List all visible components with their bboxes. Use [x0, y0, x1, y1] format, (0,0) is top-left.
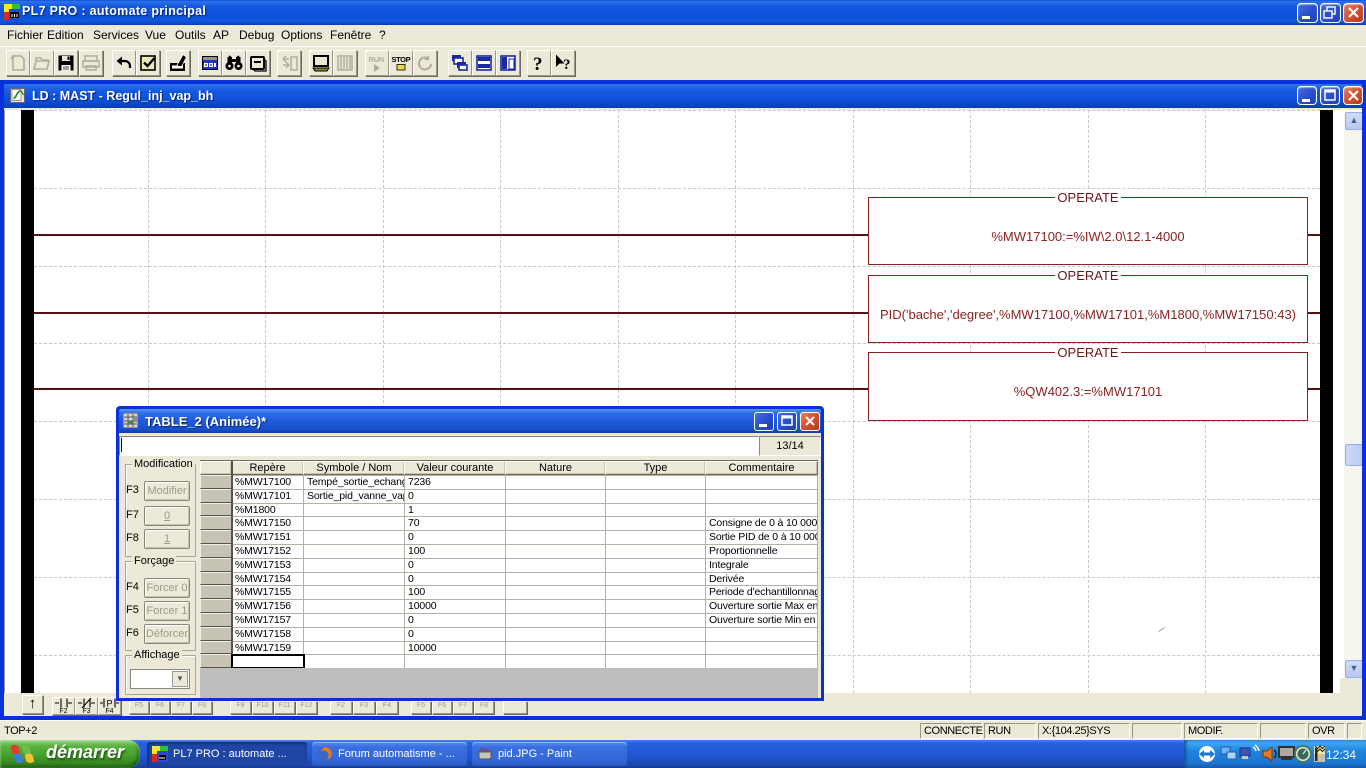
svg-text:?: ?: [563, 57, 571, 73]
svg-text:P: P: [107, 699, 113, 709]
svg-text:RUN: RUN: [369, 55, 384, 64]
svg-text:?: ?: [533, 54, 543, 73]
svg-text:STOP: STOP: [392, 55, 411, 64]
